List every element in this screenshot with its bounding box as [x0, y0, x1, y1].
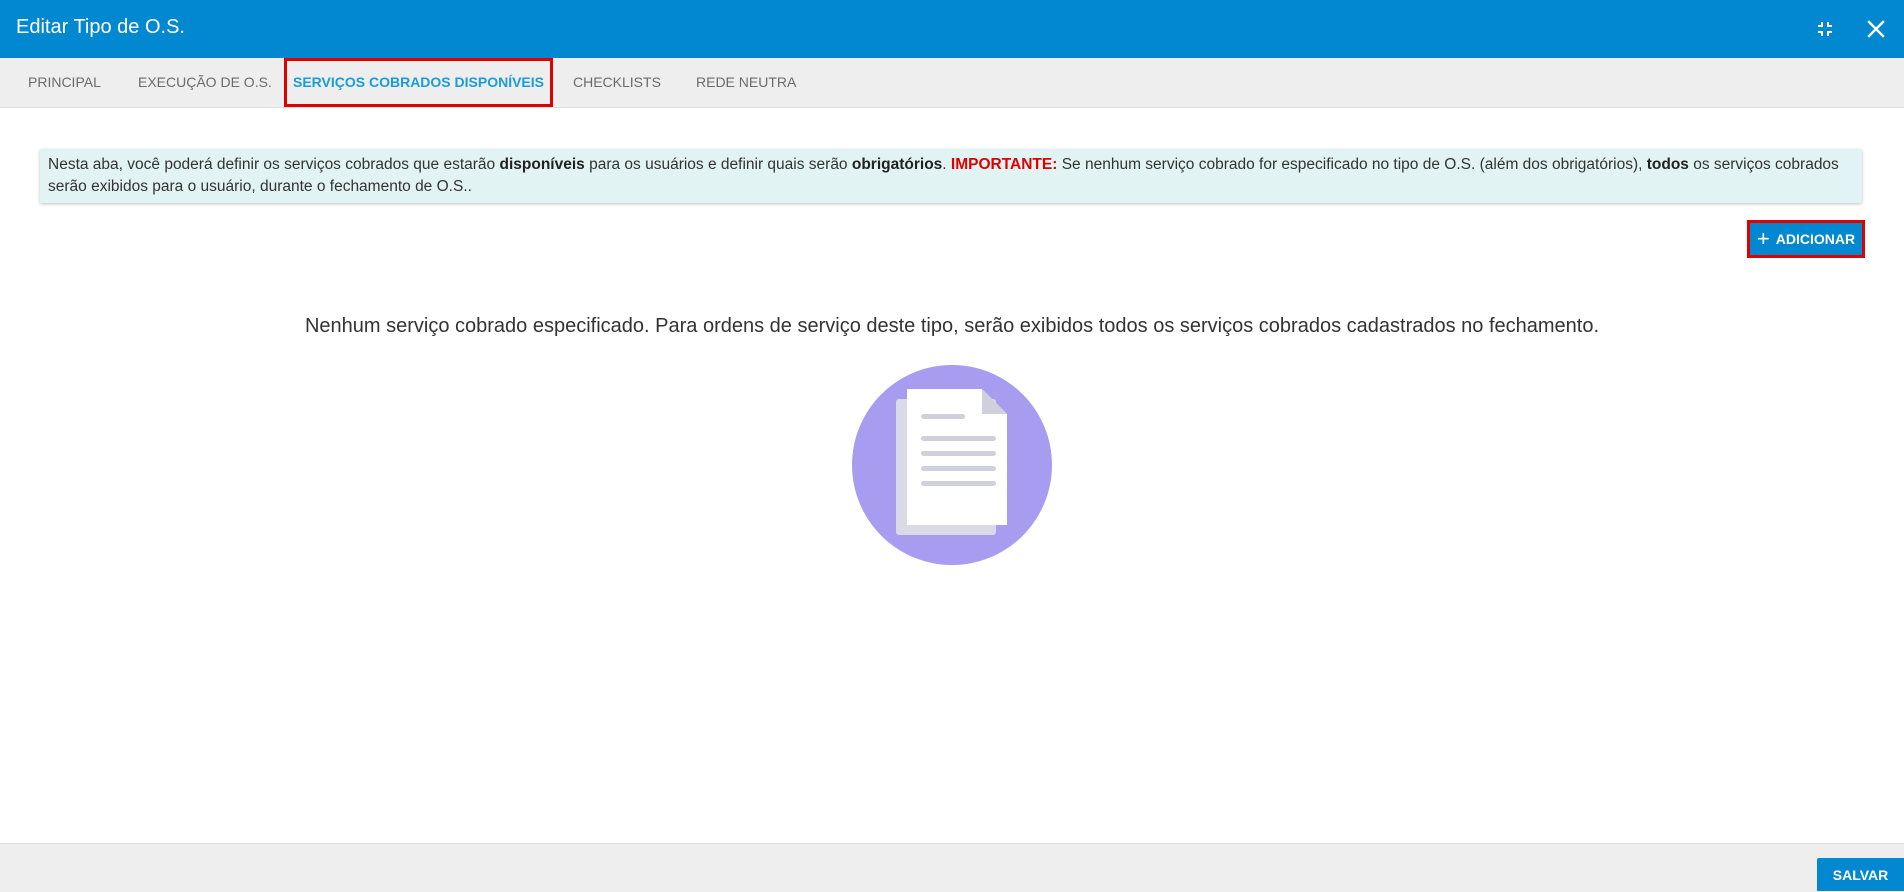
close-icon[interactable] — [1864, 17, 1888, 41]
info-text: . — [942, 156, 951, 173]
tab-execucao-os[interactable]: EXECUÇÃO DE O.S. — [138, 58, 272, 107]
tab-servicos-cobrados[interactable]: SERVIÇOS COBRADOS DISPONÍVEIS — [284, 58, 553, 107]
info-bold-todos: todos — [1646, 156, 1689, 173]
dialog-titlebar: Editar Tipo de O.S. — [0, 0, 1904, 58]
add-button[interactable]: + ADICIONAR — [1747, 220, 1865, 258]
info-important-label: IMPORTANTE: — [950, 156, 1058, 173]
info-text: para os usuários e definir quais serão — [584, 156, 852, 173]
info-text: Nesta aba, você poderá definir os serviç… — [48, 156, 500, 173]
tab-checklists[interactable]: CHECKLISTS — [573, 58, 661, 107]
empty-state-message: Nenhum serviço cobrado especificado. Par… — [304, 315, 1600, 337]
tab-principal[interactable]: PRINCIPAL — [28, 58, 101, 107]
tab-bar: PRINCIPAL EXECUÇÃO DE O.S. SERVIÇOS COBR… — [0, 58, 1904, 108]
dialog-title: Editar Tipo de O.S. — [16, 16, 185, 38]
add-button-label: ADICIONAR — [1775, 231, 1856, 247]
save-button[interactable]: SALVAR — [1817, 858, 1904, 891]
plus-icon: + — [1756, 226, 1770, 251]
info-text: Se nenhum serviço cobrado for especifica… — [1057, 156, 1647, 173]
info-bold-obrigatorios: obrigatórios — [851, 156, 943, 173]
tab-rede-neutra[interactable]: REDE NEUTRA — [696, 58, 796, 107]
info-notice: Nesta aba, você poderá definir os serviç… — [40, 149, 1862, 203]
info-bold-disponiveis: disponíveis — [499, 156, 585, 173]
dialog-footer — [0, 843, 1904, 892]
collapse-icon[interactable] — [1813, 17, 1837, 41]
document-icon — [852, 365, 1052, 565]
